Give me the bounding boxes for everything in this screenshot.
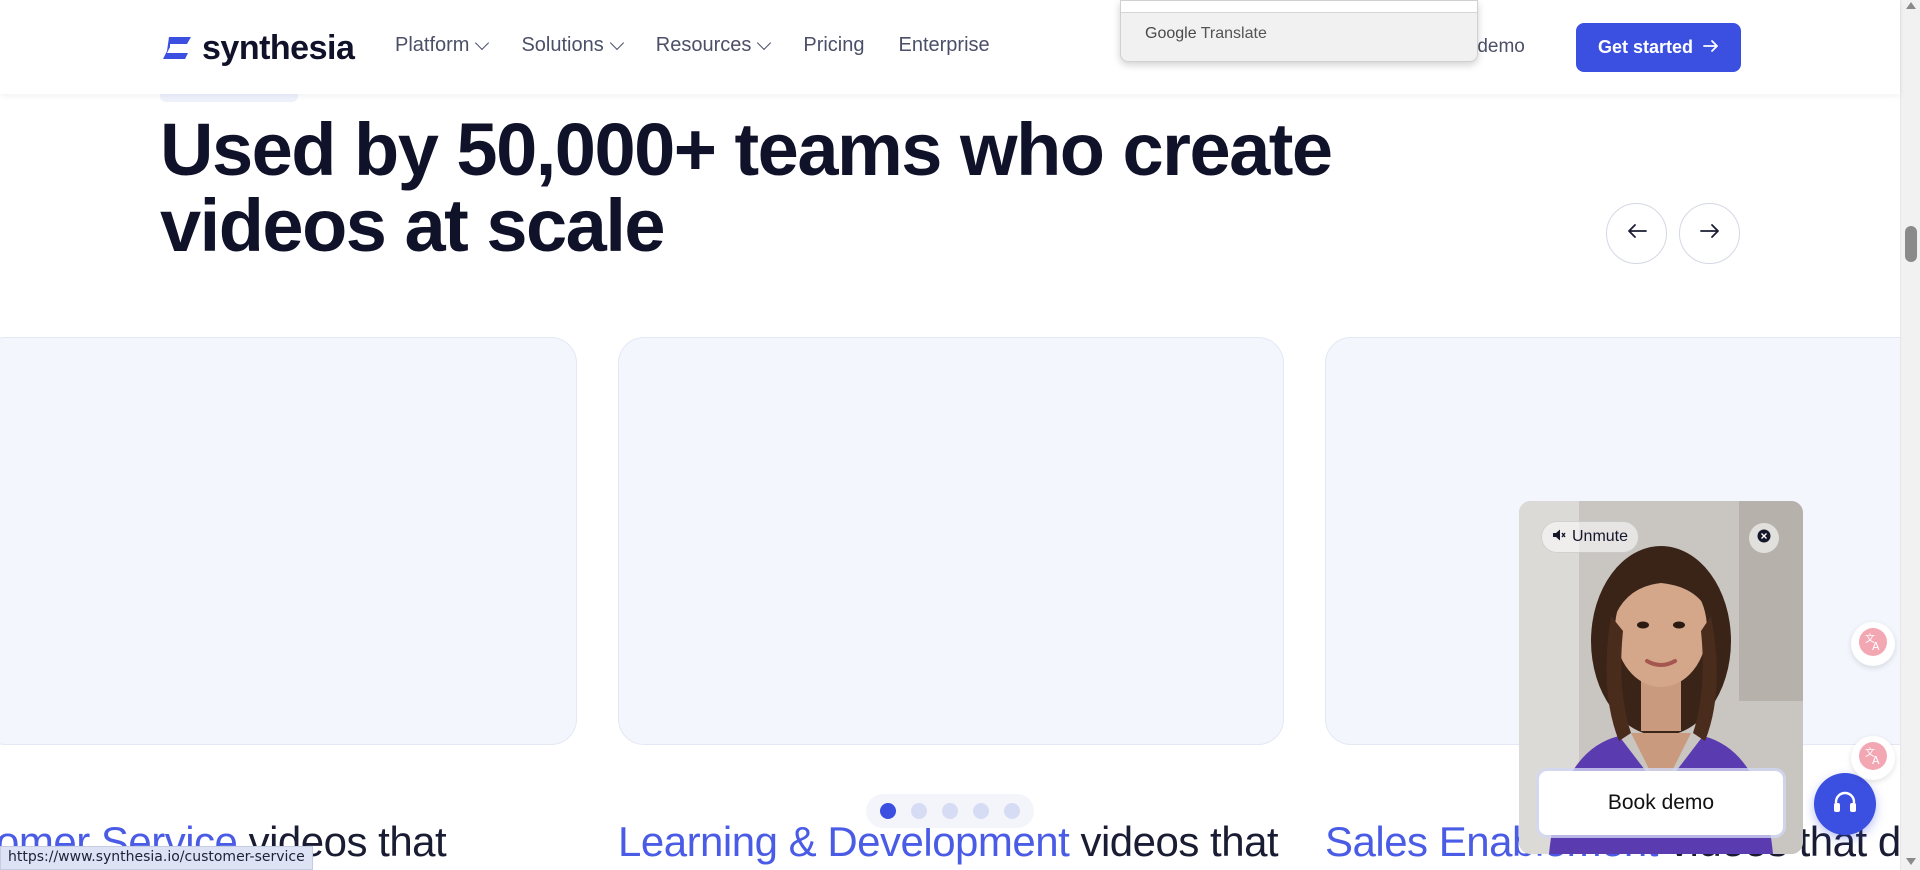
nav-pricing-label: Pricing [803, 34, 865, 56]
scroll-up-arrow-icon[interactable] [1906, 2, 1916, 9]
logo-text: synthesia [202, 29, 355, 67]
chevron-down-icon [757, 35, 772, 50]
nav-platform-label: Platform [395, 34, 470, 56]
nav-resources-label: Resources [655, 34, 752, 56]
google-brand: Google [1145, 25, 1197, 42]
headline-line-2: videos at scale [160, 184, 666, 267]
svg-text:A: A [1872, 640, 1880, 653]
carousel-pagination [866, 794, 1034, 828]
carousel-prev-button[interactable] [1606, 203, 1667, 264]
unmute-label: Unmute [1572, 528, 1629, 545]
page-scrollbar[interactable] [1900, 0, 1920, 870]
pagination-dot-4[interactable] [973, 803, 989, 819]
support-chat-button[interactable] [1814, 773, 1876, 835]
nav-solutions-label: Solutions [521, 34, 604, 56]
close-icon [1757, 529, 1771, 548]
nav-resources[interactable]: Resources [655, 34, 772, 57]
arrow-right-icon [1699, 223, 1720, 244]
close-video-button[interactable] [1749, 523, 1779, 553]
google-translate-label: Google Translate [1145, 25, 1267, 43]
logo-mark-icon [160, 35, 194, 61]
translate-text: Translate [1200, 25, 1267, 42]
nav-pricing[interactable]: Pricing [803, 34, 864, 57]
scrollbar-thumb[interactable] [1905, 226, 1917, 262]
translate-extension-button[interactable]: 文A [1851, 622, 1895, 666]
headline-line-1: Used by 50,000+ teams who create [160, 108, 1333, 191]
chevron-down-icon [609, 35, 624, 50]
carousel-next-button[interactable] [1679, 203, 1740, 264]
site-header: synthesia Platform Solutions Resources P… [0, 0, 1900, 94]
get-started-button[interactable]: Get started [1576, 23, 1741, 72]
carousel-card-learning-development[interactable] [618, 337, 1284, 745]
nav-enterprise-label: Enterprise [898, 34, 990, 56]
unmute-button[interactable]: Unmute [1541, 521, 1640, 553]
svg-text:A: A [1872, 754, 1880, 767]
get-started-label: Get started [1597, 37, 1694, 57]
google-translate-frame [1121, 1, 1477, 13]
translate-icon: 文A [1858, 627, 1888, 662]
caption-rest: videos that [1069, 818, 1279, 865]
translate-extension-button-2[interactable]: 文A [1851, 736, 1895, 780]
pagination-dot-3[interactable] [942, 803, 958, 819]
main-nav: Platform Solutions Resources Pricing Ent… [395, 34, 990, 57]
chevron-down-icon [475, 35, 490, 50]
video-avatar-widget[interactable]: Unmute Book demo [1519, 501, 1803, 854]
pagination-dot-5[interactable] [1004, 803, 1020, 819]
scroll-down-arrow-icon[interactable] [1906, 858, 1916, 865]
widget-book-demo-button[interactable]: Book demo [1539, 771, 1783, 835]
pagination-dot-1[interactable] [880, 803, 896, 819]
arrow-right-icon [1703, 37, 1719, 58]
status-bar-url: https://www.synthesia.io/customer-servic… [0, 846, 313, 870]
google-translate-popup[interactable]: Google Translate [1120, 0, 1478, 62]
headset-icon [1831, 788, 1859, 821]
synthesia-logo[interactable]: synthesia [160, 28, 355, 68]
nav-platform[interactable]: Platform [395, 34, 490, 57]
carousel-card-customer-service[interactable] [0, 337, 577, 745]
nav-enterprise[interactable]: Enterprise [899, 34, 990, 57]
translate-icon: 文A [1858, 741, 1888, 776]
page-title: Used by 50,000+ teams who create videos … [160, 112, 1360, 264]
arrow-left-icon [1627, 223, 1647, 244]
speaker-muted-icon [1552, 528, 1566, 547]
pagination-dot-2[interactable] [911, 803, 927, 819]
nav-solutions[interactable]: Solutions [521, 34, 624, 57]
